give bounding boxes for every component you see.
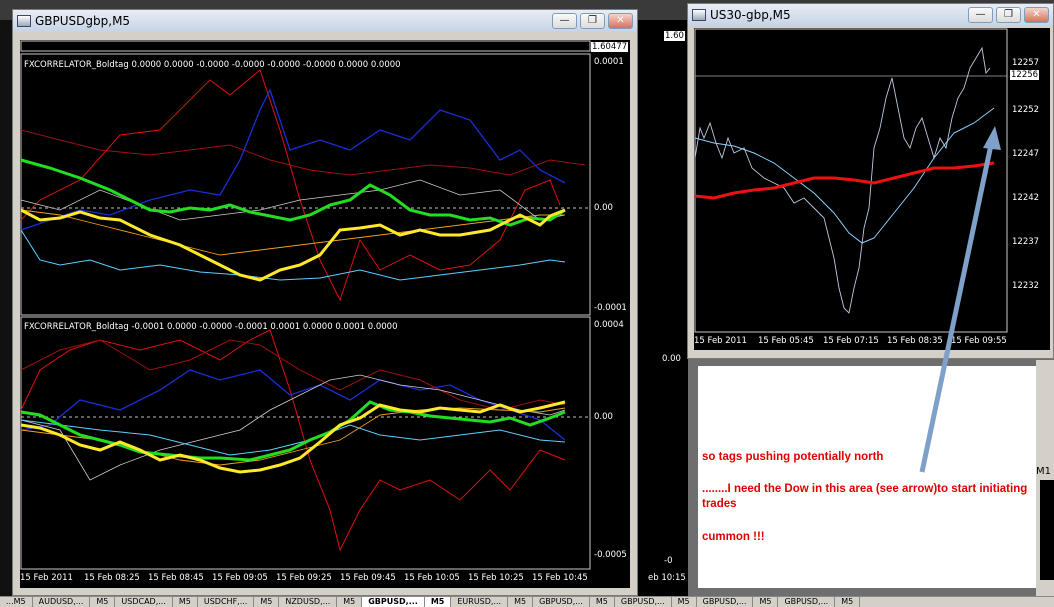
background-time: eb 10:15 (648, 573, 686, 583)
background-price-160: 1.60 (664, 31, 685, 41)
restore-button[interactable]: ❐ (996, 7, 1021, 23)
background-chart-left (0, 20, 12, 596)
pane2-light-line (20, 374, 566, 481)
chart-tab-bar: ...M5 AUDUSD,... M5 USDCAD,... M5 USDCHF… (0, 596, 1054, 607)
background-minus: -0 (664, 556, 673, 566)
pane2-orange-line (20, 407, 566, 466)
gbpusd-titlebar[interactable]: GBPUSDgbp,M5 — ❐ ✕ (13, 10, 637, 32)
gbpusd-window-title: GBPUSDgbp,M5 (35, 14, 131, 28)
close-button[interactable]: ✕ (608, 13, 633, 29)
background-chart-middle (638, 20, 688, 596)
annotation-line-2: ........I need the Dow in this area (see… (702, 483, 1028, 510)
us30-price-line (694, 46, 991, 314)
annotation-line-3: cummon !!! (702, 531, 765, 543)
us30-window-title: US30-gbp,M5 (710, 8, 791, 22)
annotation-line-1: so tags pushing potentially north (702, 451, 884, 463)
restore-button[interactable]: ❐ (580, 13, 605, 29)
pane2-yellow-line (20, 400, 566, 474)
us30-dow-ma-line (694, 161, 995, 200)
us30-slow-ma (694, 107, 995, 244)
chart-window-icon (692, 9, 706, 21)
annotation-note: so tags pushing potentially north ......… (698, 366, 1036, 588)
background-right-chart (1040, 480, 1054, 580)
pane1-red-line (20, 69, 561, 302)
pane1-dark-red-line (20, 129, 586, 176)
pane2-blue-line (20, 369, 566, 441)
pane1-green-line (20, 158, 566, 227)
minimize-button[interactable]: — (968, 7, 993, 23)
close-button[interactable]: ✕ (1024, 7, 1049, 23)
price-pane-border (20, 40, 591, 52)
pane1-cyan-line (20, 229, 566, 281)
gbpusd-plot (20, 40, 591, 570)
background-zero: 0.00 (662, 354, 681, 364)
minimize-button[interactable]: — (552, 13, 577, 29)
pane1-blue-line (20, 88, 566, 231)
us30-plot (694, 28, 1008, 333)
us30-titlebar[interactable]: US30-gbp,M5 — ❐ ✕ (688, 4, 1053, 26)
chart-window-icon (17, 15, 31, 27)
pane1-border (20, 53, 591, 316)
background-m1-tag: M1 (1036, 466, 1051, 477)
